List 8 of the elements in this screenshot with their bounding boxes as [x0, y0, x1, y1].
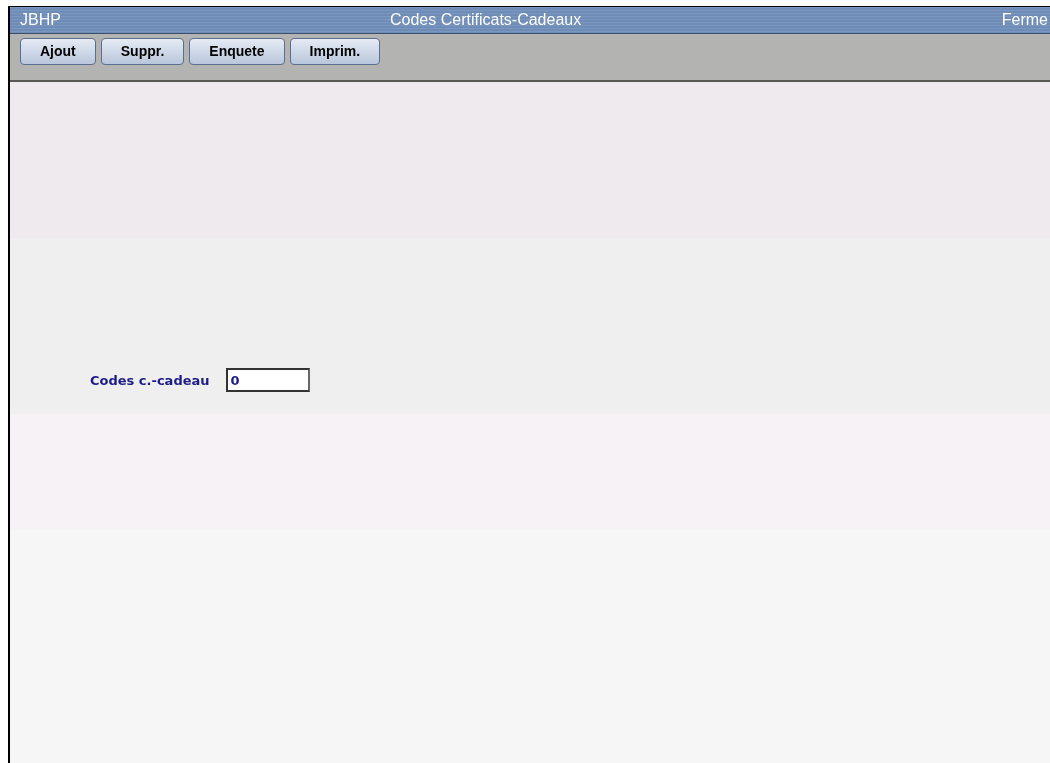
toolbar-button[interactable]: Suppr. — [100, 37, 185, 65]
toolbar-button[interactable]: Enquete — [189, 37, 285, 65]
window-title: Codes Certificats-Cadeaux — [390, 11, 582, 29]
toolbar-button[interactable]: Ajout — [20, 37, 96, 65]
app-name: JBHP — [20, 11, 61, 29]
field-label: Codes c.-cadeau — [90, 372, 210, 388]
input-field[interactable]: 0 — [225, 368, 310, 392]
toolbar-button[interactable]: Imprim. — [289, 37, 381, 65]
